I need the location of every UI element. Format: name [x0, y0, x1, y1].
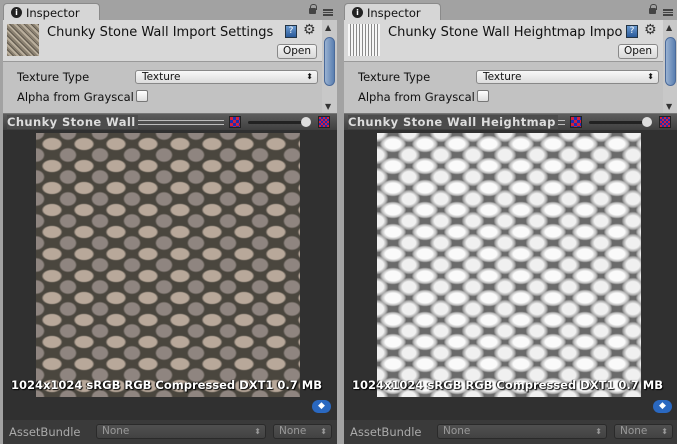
assetbundle-dropdown[interactable]: None ⬍ — [96, 424, 266, 439]
variant-value: None — [279, 425, 307, 437]
asset-thumbnail — [348, 24, 380, 56]
tag-icon[interactable]: ◆ — [653, 400, 672, 413]
updown-arrow-icon: ⬍ — [595, 427, 602, 436]
tag-icon[interactable]: ◆ — [312, 400, 331, 413]
inspector-panel-left: i Inspector Chunky Stone Wall Import Sett… — [0, 0, 337, 444]
texture-type-value: Texture — [483, 71, 522, 83]
open-button[interactable]: Open — [277, 44, 317, 59]
updown-arrow-icon: ⬍ — [647, 72, 654, 81]
variant-value: None — [620, 425, 648, 437]
preview-toolbar: Chunky Stone Wall — [3, 113, 337, 130]
tab-label: Inspector — [367, 6, 421, 20]
mip-large-icon — [659, 116, 671, 128]
menu-icon[interactable] — [663, 9, 673, 16]
texture-preview: 1024x1024 sRGB RGB Compressed DXT1 0.7 M… — [3, 130, 337, 420]
updown-arrow-icon: ⬍ — [306, 72, 313, 81]
texture-type-dropdown[interactable]: Texture ⬍ — [135, 70, 318, 84]
assetbundle-bar: AssetBundle None ⬍ None ⬍ — [3, 420, 337, 444]
mip-slider[interactable] — [248, 121, 308, 124]
asset-header: Chunky Stone Wall Heightmap Import Setti… — [344, 20, 663, 62]
preview-title: Chunky Stone Wall — [7, 115, 138, 129]
asset-thumbnail — [7, 24, 39, 56]
texture-type-label: Texture Type — [358, 70, 431, 84]
mip-slider[interactable] — [589, 121, 649, 124]
alpha-from-grayscale-label: Alpha from Grayscal — [17, 90, 134, 104]
info-icon: i — [11, 7, 22, 18]
mip-small-icon — [229, 116, 241, 128]
texture-type-dropdown[interactable]: Texture ⬍ — [476, 70, 659, 84]
alpha-from-grayscale-checkbox[interactable] — [136, 90, 148, 102]
inspector-tab[interactable]: i Inspector — [344, 3, 441, 21]
alpha-from-grayscale-checkbox[interactable] — [477, 90, 489, 102]
scroll-up-icon[interactable]: ▲ — [325, 23, 331, 32]
scrollbar[interactable]: ▲ ▼ — [663, 20, 677, 113]
variant-dropdown[interactable]: None ⬍ — [614, 424, 673, 439]
inspector-tab[interactable]: i Inspector — [3, 3, 100, 21]
inspector-panel-right: i Inspector Chunky Stone Wall Heightmap I… — [341, 0, 677, 444]
import-settings: Texture Type Texture ⬍ Alpha from Graysca… — [3, 62, 322, 113]
mip-slider-knob[interactable] — [301, 117, 311, 127]
help-book-icon[interactable]: ? — [285, 25, 297, 38]
open-button[interactable]: Open — [618, 44, 658, 59]
texture-info: 1024x1024 sRGB RGB Compressed DXT1 0.7 M… — [352, 378, 664, 392]
info-icon: i — [352, 7, 363, 18]
assetbundle-label: AssetBundle — [9, 425, 81, 439]
updown-arrow-icon: ⬍ — [254, 427, 261, 436]
mip-slider-knob[interactable] — [642, 117, 652, 127]
scroll-down-icon[interactable]: ▼ — [666, 102, 672, 111]
updown-arrow-icon: ⬍ — [661, 427, 668, 436]
help-book-icon[interactable]: ? — [626, 25, 638, 38]
assetbundle-value: None — [102, 425, 130, 437]
texture-info: 1024x1024 sRGB RGB Compressed DXT1 0.7 M… — [11, 378, 323, 392]
lock-icon[interactable] — [649, 4, 657, 14]
tab-label: Inspector — [26, 6, 80, 20]
assetbundle-bar: AssetBundle None ⬍ None ⬍ — [344, 420, 677, 444]
texture-image — [36, 133, 300, 397]
scroll-down-icon[interactable]: ▼ — [325, 102, 331, 111]
updown-arrow-icon: ⬍ — [320, 427, 327, 436]
asset-header: Chunky Stone Wall Import Settings ? ⚙ Op… — [3, 20, 322, 62]
import-settings: Texture Type Texture ⬍ Alpha from Graysca… — [344, 62, 663, 113]
scrollbar-thumb[interactable] — [324, 37, 335, 86]
scrollbar[interactable]: ▲ ▼ — [322, 20, 337, 113]
texture-preview: 1024x1024 sRGB RGB Compressed DXT1 0.7 M… — [344, 130, 677, 420]
asset-title: Chunky Stone Wall Import Settings — [47, 25, 274, 40]
preview-toolbar: Chunky Stone Wall Heightmap — [344, 113, 677, 130]
mip-small-icon — [570, 116, 582, 128]
texture-image — [377, 133, 641, 397]
mip-large-icon — [318, 116, 330, 128]
asset-title: Chunky Stone Wall Heightmap Import Setti… — [388, 25, 622, 40]
texture-type-label: Texture Type — [17, 70, 90, 84]
assetbundle-label: AssetBundle — [350, 425, 422, 439]
resize-grip[interactable] — [123, 120, 224, 125]
lock-icon[interactable] — [309, 4, 317, 14]
scroll-up-icon[interactable]: ▲ — [666, 23, 672, 32]
menu-icon[interactable] — [323, 9, 333, 16]
assetbundle-value: None — [443, 425, 471, 437]
assetbundle-dropdown[interactable]: None ⬍ — [437, 424, 607, 439]
scrollbar-thumb[interactable] — [665, 37, 676, 86]
gear-icon[interactable]: ⚙ — [303, 22, 316, 38]
alpha-from-grayscale-label: Alpha from Grayscal — [358, 90, 475, 104]
gear-icon[interactable]: ⚙ — [644, 22, 657, 38]
preview-title: Chunky Stone Wall Heightmap — [348, 115, 558, 129]
variant-dropdown[interactable]: None ⬍ — [273, 424, 332, 439]
texture-type-value: Texture — [142, 71, 181, 83]
